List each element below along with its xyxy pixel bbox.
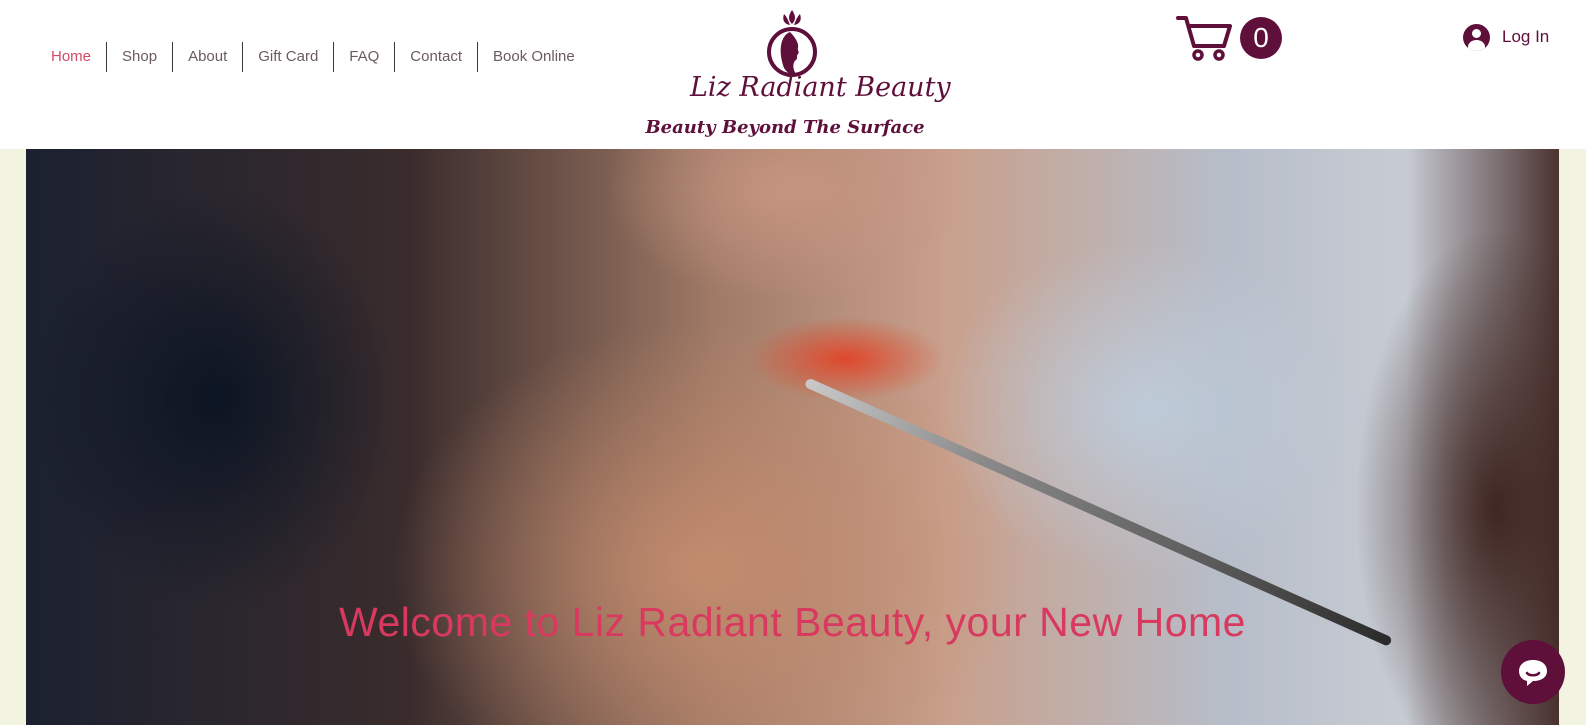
nav-item-gift-card[interactable]: Gift Card bbox=[242, 42, 333, 72]
woman-profile-logo-icon[interactable] bbox=[762, 8, 822, 78]
nav-item-shop[interactable]: Shop bbox=[106, 42, 172, 72]
cart-count-badge: 0 bbox=[1240, 17, 1282, 59]
cart-icon bbox=[1176, 16, 1232, 61]
nav-item-about[interactable]: About bbox=[172, 42, 242, 72]
main-nav: Home Shop About Gift Card FAQ Contact Bo… bbox=[36, 42, 590, 72]
hero-title: Welcome to Liz Radiant Beauty, your New … bbox=[339, 599, 1246, 645]
site-header: Home Shop About Gift Card FAQ Contact Bo… bbox=[0, 0, 1586, 149]
user-avatar-icon bbox=[1463, 23, 1490, 51]
nav-item-book-online[interactable]: Book Online bbox=[477, 42, 590, 72]
nav-item-faq[interactable]: FAQ bbox=[333, 42, 394, 72]
nav-item-contact[interactable]: Contact bbox=[394, 42, 477, 72]
nav-item-home[interactable]: Home bbox=[36, 42, 106, 72]
brand-name[interactable]: Liz Radiant Beauty bbox=[690, 72, 951, 103]
chat-bubble-icon bbox=[1519, 660, 1547, 686]
login-label: Log In bbox=[1502, 27, 1550, 46]
hero-banner-image: Welcome to Liz Radiant Beauty, your New … bbox=[26, 149, 1559, 725]
login-button[interactable]: Log In bbox=[1463, 22, 1549, 52]
cart-button[interactable]: 0 bbox=[1176, 14, 1284, 64]
chat-button[interactable] bbox=[1501, 640, 1565, 704]
brand-tagline: Beauty Beyond The Surface bbox=[645, 117, 925, 138]
